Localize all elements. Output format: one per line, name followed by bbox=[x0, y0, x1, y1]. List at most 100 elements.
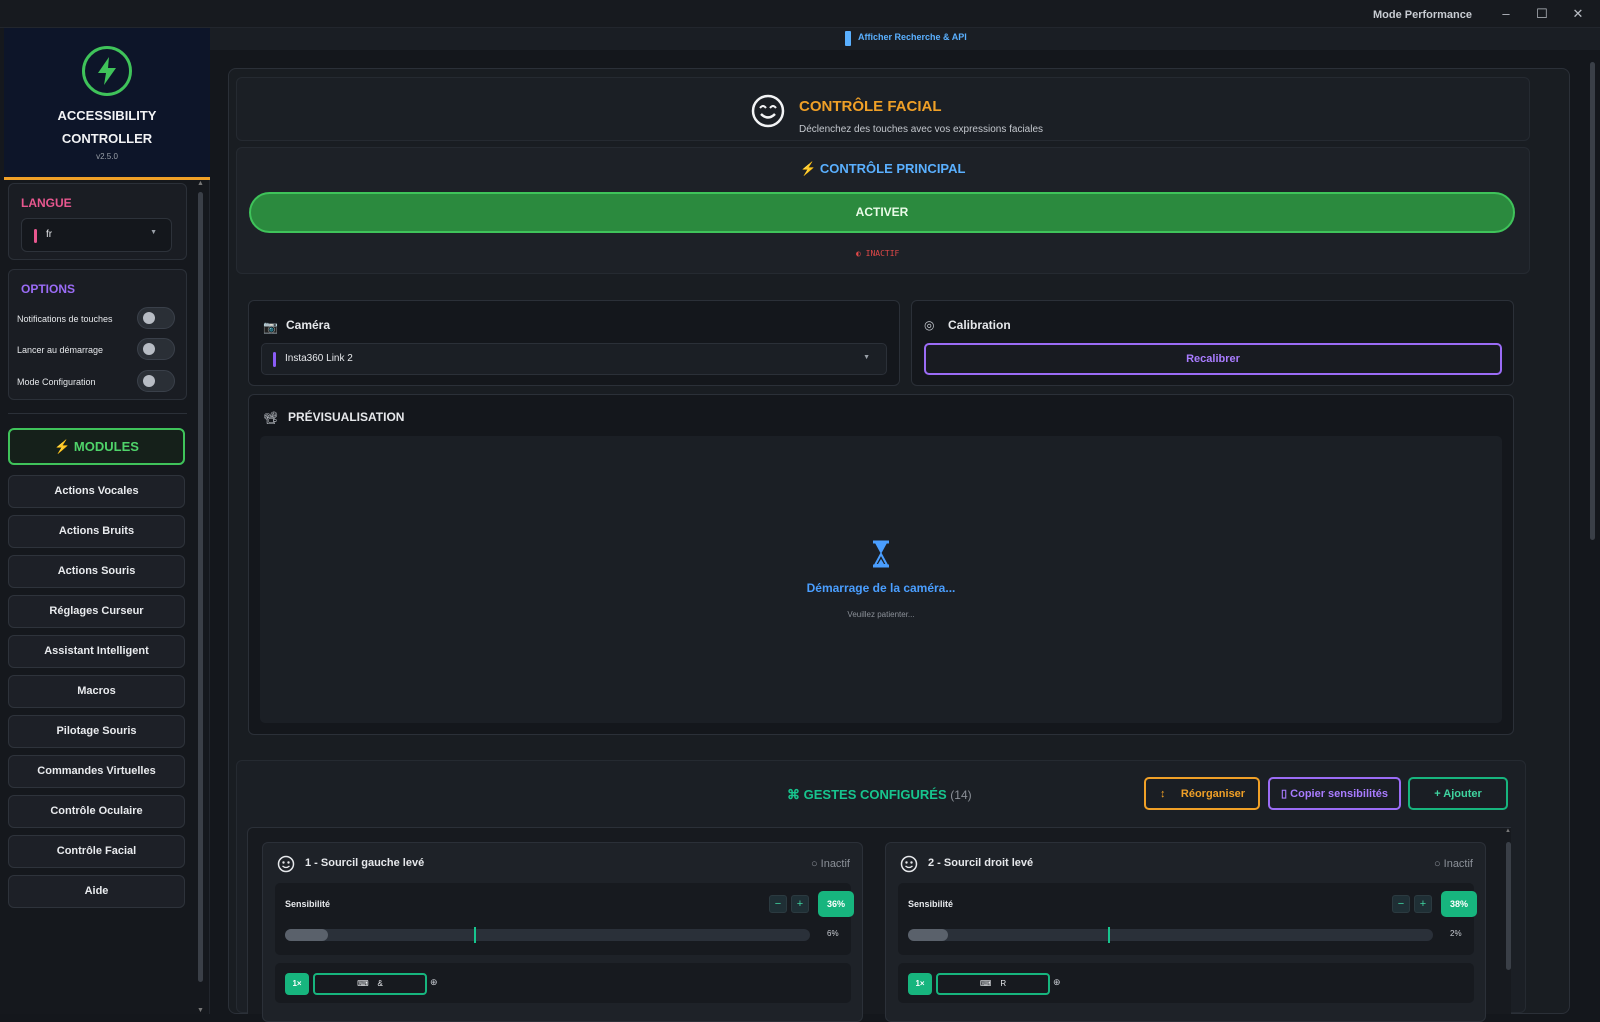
clipboard-icon: ▯ bbox=[1281, 788, 1288, 800]
camera-select[interactable]: Insta360 Link 2 ▼ bbox=[261, 343, 887, 375]
gestures-scroll-thumb[interactable] bbox=[1506, 842, 1511, 970]
options-panel: OPTIONS Notifications de touches Lancer … bbox=[8, 269, 187, 400]
sensitivity-threshold-marker[interactable] bbox=[1108, 927, 1110, 943]
mouse-icon[interactable]: ⊕ bbox=[430, 977, 438, 988]
key-binding-value: R bbox=[1000, 979, 1007, 988]
key-binding-field[interactable]: ⌨ & bbox=[313, 973, 427, 995]
principal-control-title-text: CONTRÔLE PRINCIPAL bbox=[819, 161, 966, 176]
reorganize-button[interactable]: ↕ Réorganiser bbox=[1144, 777, 1260, 810]
sidebar-item-controle-facial[interactable]: Contrôle Facial bbox=[8, 835, 185, 868]
close-button[interactable]: ✕ bbox=[1570, 6, 1586, 22]
sidebar-item-actions-vocales[interactable]: Actions Vocales bbox=[8, 475, 185, 508]
gesture-card-2: 2 - Sourcil droit levé ○ Inactif Sensibi… bbox=[885, 842, 1486, 1022]
language-select[interactable]: fr ▼ bbox=[21, 218, 172, 252]
sensitivity-slider[interactable] bbox=[908, 927, 1433, 943]
sensitivity-panel: Sensibilité − + 36% 6% bbox=[275, 883, 854, 955]
status-text: INACTIF bbox=[865, 249, 900, 258]
principal-control-section: ⚡ CONTRÔLE PRINCIPAL ACTIVER ◐ INACTIF bbox=[236, 147, 1530, 274]
sidebar-scrollbar[interactable]: ▲ ▼ bbox=[197, 180, 205, 1014]
minimize-button[interactable]: – bbox=[1498, 6, 1514, 22]
title-bar: Mode Performance – ☐ ✕ bbox=[0, 0, 1600, 28]
mouse-icon[interactable]: ⊕ bbox=[1053, 977, 1061, 988]
sensitivity-value: 38% bbox=[1441, 891, 1477, 917]
current-level-value: 2% bbox=[1450, 929, 1462, 938]
performance-mode-label[interactable]: Mode Performance bbox=[1373, 9, 1472, 21]
keyboard-icon: ⌨ bbox=[357, 979, 369, 988]
option-label-startup: Lancer au démarrage bbox=[17, 345, 104, 355]
gestures-scrollbar[interactable]: ▲ bbox=[1505, 828, 1512, 1015]
lightning-logo-icon bbox=[82, 46, 132, 96]
gesture-card-1: 1 - Sourcil gauche levé ○ Inactif Sensib… bbox=[262, 842, 863, 1022]
modules-button[interactable]: ⚡ MODULES bbox=[8, 428, 185, 465]
repeat-count-button[interactable]: 1× bbox=[908, 973, 932, 995]
decrease-sensitivity-button[interactable]: − bbox=[769, 895, 787, 913]
app-name-line2: CONTROLLER bbox=[61, 131, 153, 146]
toggle-indicator bbox=[845, 31, 851, 46]
smiley-face-icon bbox=[751, 94, 785, 128]
camera-card: 📷 Caméra Insta360 Link 2 ▼ bbox=[248, 300, 900, 386]
scroll-up-icon[interactable]: ▲ bbox=[197, 180, 204, 187]
toggle-startup[interactable] bbox=[137, 338, 175, 360]
language-accent-bar bbox=[34, 229, 37, 243]
sidebar-item-commandes-virtuelles[interactable]: Commandes Virtuelles bbox=[8, 755, 185, 788]
show-search-api-toggle[interactable]: Afficher Recherche & API bbox=[858, 32, 967, 42]
preview-wait-text: Veuillez patienter... bbox=[847, 610, 915, 619]
sidebar: ACCESSIBILITY CONTROLLER v2.5.0 LANGUE f… bbox=[0, 28, 210, 1014]
face-icon bbox=[900, 855, 918, 873]
increase-sensitivity-button[interactable]: + bbox=[1414, 895, 1432, 913]
main-scroll-thumb[interactable] bbox=[1590, 62, 1595, 540]
key-binding-panel: 1× ⌨ & ⊕ bbox=[275, 963, 851, 1003]
sensitivity-slider[interactable] bbox=[285, 927, 810, 943]
increase-sensitivity-button[interactable]: + bbox=[791, 895, 809, 913]
sidebar-item-macros[interactable]: Macros bbox=[8, 675, 185, 708]
calibration-title: Calibration bbox=[948, 318, 1011, 332]
app-version: v2.5.0 bbox=[96, 152, 118, 161]
activate-button[interactable]: ACTIVER bbox=[249, 192, 1515, 233]
camera-icon: 📷 bbox=[263, 320, 278, 334]
gestures-count: (14) bbox=[950, 788, 972, 802]
target-icon: ◎ bbox=[924, 318, 935, 332]
repeat-count-button[interactable]: 1× bbox=[285, 973, 309, 995]
toggle-notifications[interactable] bbox=[137, 307, 175, 329]
sidebar-item-pilotage-souris[interactable]: Pilotage Souris bbox=[8, 715, 185, 748]
gestures-icon: ⌘ bbox=[787, 787, 800, 802]
key-binding-field[interactable]: ⌨ R bbox=[936, 973, 1050, 995]
calibration-card: ◎ Calibration Recalibrer bbox=[911, 300, 1514, 386]
gesture-status: ○ Inactif bbox=[1433, 858, 1473, 870]
face-icon bbox=[277, 855, 295, 873]
sidebar-item-aide[interactable]: Aide bbox=[8, 875, 185, 908]
app-name-line1: ACCESSIBILITY bbox=[57, 108, 157, 123]
recalibrate-button[interactable]: Recalibrer bbox=[924, 343, 1502, 375]
sidebar-item-reglages-curseur[interactable]: Réglages Curseur bbox=[8, 595, 185, 628]
key-binding-panel: 1× ⌨ R ⊕ bbox=[898, 963, 1474, 1003]
option-label-notifications: Notifications de touches bbox=[17, 314, 113, 324]
chevron-down-icon: ▼ bbox=[150, 229, 157, 236]
maximize-button[interactable]: ☐ bbox=[1534, 6, 1550, 22]
toggle-knob bbox=[143, 375, 155, 387]
decrease-sensitivity-button[interactable]: − bbox=[1392, 895, 1410, 913]
scroll-up-icon[interactable]: ▲ bbox=[1505, 828, 1511, 834]
lightning-icon: ⚡ bbox=[54, 439, 71, 454]
keyboard-icon: ⌨ bbox=[979, 979, 992, 988]
top-strip: Afficher Recherche & API bbox=[210, 28, 1600, 50]
sensitivity-panel: Sensibilité − + 38% 2% bbox=[898, 883, 1477, 955]
gesture-name: 1 - Sourcil gauche levé bbox=[305, 857, 425, 869]
sidebar-item-actions-bruits[interactable]: Actions Bruits bbox=[8, 515, 185, 548]
projector-icon: 📽 bbox=[263, 411, 279, 425]
main-scrollbar[interactable] bbox=[1589, 60, 1597, 1010]
current-level-value: 6% bbox=[827, 929, 839, 938]
sensitivity-label: Sensibilité bbox=[908, 899, 954, 909]
add-gesture-button[interactable]: + Ajouter bbox=[1408, 777, 1508, 810]
copy-sensitivities-button[interactable]: ▯ Copier sensibilités bbox=[1268, 777, 1401, 810]
app-name: ACCESSIBILITY CONTROLLER bbox=[4, 104, 210, 150]
gestures-section: ⌘ GESTES CONFIGURÉS (14) ↕ Réorganiser ▯… bbox=[236, 760, 1526, 1022]
sidebar-item-controle-oculaire[interactable]: Contrôle Oculaire bbox=[8, 795, 185, 828]
gesture-status-text: Inactif bbox=[820, 858, 850, 870]
sidebar-item-assistant-intelligent[interactable]: Assistant Intelligent bbox=[8, 635, 185, 668]
sensitivity-threshold-marker[interactable] bbox=[474, 927, 476, 943]
sidebar-item-actions-souris[interactable]: Actions Souris bbox=[8, 555, 185, 588]
gesture-status-text: Inactif bbox=[1443, 858, 1473, 870]
toggle-config-mode[interactable] bbox=[137, 370, 175, 392]
scroll-down-icon[interactable]: ▼ bbox=[197, 1007, 204, 1014]
sidebar-scroll-thumb[interactable] bbox=[198, 192, 203, 982]
